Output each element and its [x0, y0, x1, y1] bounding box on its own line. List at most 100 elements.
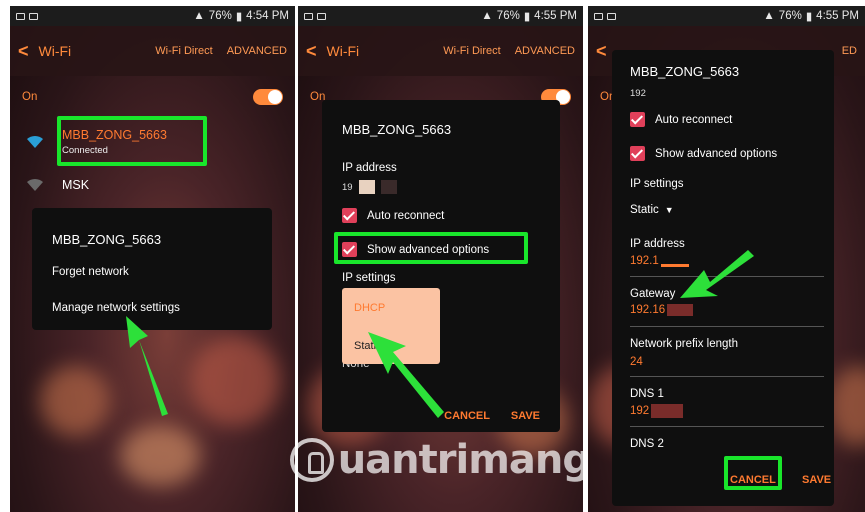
ip-address-short: 192: [630, 88, 646, 99]
dns2-label: DNS 2: [630, 438, 664, 450]
option-static[interactable]: Static: [354, 340, 382, 352]
divider: [630, 326, 824, 327]
ip-address-value: 19: [342, 180, 397, 194]
battery-icon: ▮: [523, 11, 531, 23]
screen-1: ▲ 76% ▮ 4:54 PM < Wi-Fi Wi-Fi Direct ADV…: [10, 6, 295, 512]
redacted-block: [358, 180, 375, 194]
manage-network-settings-item[interactable]: Manage network settings: [52, 302, 180, 314]
redacted-block: [667, 304, 694, 316]
redacted-block: [380, 180, 397, 194]
signal-icon: ▲: [481, 10, 493, 22]
status-bar: ▲ 76% ▮ 4:54 PM: [10, 6, 295, 26]
battery-percent: 76%: [778, 10, 802, 22]
ip-address-value: 192.1: [630, 254, 659, 267]
battery-icon: ▮: [235, 11, 243, 23]
save-button[interactable]: SAVE: [802, 474, 831, 486]
watermark-text: uantrimang: [337, 437, 591, 483]
auto-reconnect-checkbox[interactable]: [342, 208, 357, 223]
auto-reconnect-checkbox[interactable]: [630, 112, 645, 127]
show-advanced-label: Show advanced options: [655, 147, 778, 160]
wifi-switch-row: On: [10, 84, 295, 110]
redacted-block: [651, 404, 684, 418]
menu-title: MBB_ZONG_5663: [52, 232, 162, 247]
dns1-value: 192: [630, 405, 650, 417]
prefix-length-label: Network prefix length: [630, 338, 739, 350]
battery-percent: 76%: [496, 10, 520, 22]
ip-settings-label: IP settings: [342, 272, 396, 284]
clock: 4:55 PM: [816, 10, 859, 22]
divider: [630, 376, 824, 377]
wifi-signal-icon: [26, 135, 44, 149]
network-context-menu: MBB_ZONG_5663 Forget network Manage netw…: [32, 208, 272, 330]
wifi-direct-button[interactable]: Wi-Fi Direct: [443, 45, 500, 57]
notification-icon: [29, 12, 38, 20]
prefix-length-value[interactable]: 24: [630, 356, 643, 368]
notification-icon: [304, 12, 313, 20]
notification-icon: [594, 12, 603, 20]
signal-icon: ▲: [763, 10, 775, 22]
network-details-dialog: MBB_ZONG_5663 192 Auto reconnect Show ad…: [612, 50, 834, 506]
battery-percent: 76%: [208, 10, 232, 22]
screen-3: ▲ 76% ▮ 4:55 PM < ED On MBB_ZONG_5663 19…: [588, 6, 865, 512]
app-bar: < Wi-Fi Wi-Fi Direct ADVANCED: [298, 26, 583, 76]
battery-icon: ▮: [805, 11, 813, 23]
tutorial-image: ▲ 76% ▮ 4:54 PM < Wi-Fi Wi-Fi Direct ADV…: [0, 0, 865, 512]
notification-icon: [607, 12, 616, 20]
advanced-button[interactable]: ADVANCED: [227, 45, 287, 57]
highlight-box: [334, 232, 528, 264]
dialog-title: MBB_ZONG_5663: [630, 64, 740, 79]
ip-address-label: IP address: [630, 238, 685, 250]
cancel-button[interactable]: CANCEL: [444, 410, 490, 422]
advanced-button[interactable]: ADVANCED: [515, 45, 575, 57]
dialog-title: MBB_ZONG_5663: [342, 122, 452, 137]
show-advanced-row[interactable]: Show advanced options: [630, 146, 777, 161]
ip-settings-label: IP settings: [630, 178, 684, 190]
wifi-toggle[interactable]: [253, 89, 283, 105]
app-bar: < Wi-Fi Wi-Fi Direct ADVANCED: [10, 26, 295, 76]
auto-reconnect-label: Auto reconnect: [655, 113, 733, 126]
highlight-box: [724, 456, 782, 490]
gateway-label: Gateway: [630, 288, 676, 300]
ip-address-label: IP address: [342, 162, 397, 174]
advanced-button[interactable]: ED: [842, 45, 857, 57]
status-bar: ▲ 76% ▮ 4:55 PM: [588, 6, 865, 26]
save-button[interactable]: SAVE: [511, 410, 540, 422]
divider: [630, 276, 824, 277]
ip-settings-dropdown: DHCP Static: [342, 288, 440, 364]
wifi-direct-button[interactable]: Wi-Fi Direct: [155, 45, 212, 57]
option-dhcp[interactable]: DHCP: [354, 302, 385, 314]
auto-reconnect-label: Auto reconnect: [367, 209, 445, 222]
back-arrow-icon[interactable]: <: [306, 41, 317, 62]
back-arrow-icon[interactable]: <: [596, 41, 607, 62]
back-arrow-icon[interactable]: <: [18, 41, 29, 62]
status-bar: ▲ 76% ▮ 4:55 PM: [298, 6, 583, 26]
clock: 4:55 PM: [534, 10, 577, 22]
dropdown-caret-icon: ▼: [664, 205, 674, 215]
page-title: Wi-Fi: [38, 43, 72, 59]
page-title: Wi-Fi: [326, 43, 360, 59]
wifi-lock-icon: [26, 178, 44, 192]
auto-reconnect-row[interactable]: Auto reconnect: [342, 208, 444, 223]
notification-icon: [317, 12, 326, 20]
watermark-logo-icon: [290, 438, 334, 482]
dns1-field[interactable]: 192: [630, 404, 684, 418]
auto-reconnect-row[interactable]: Auto reconnect: [630, 112, 732, 127]
show-advanced-checkbox[interactable]: [630, 146, 645, 161]
network-item-msk[interactable]: MSK: [26, 178, 89, 192]
gateway-field[interactable]: 192.16: [630, 304, 694, 316]
wifi-switch-label: On: [22, 91, 38, 103]
redacted-block: [660, 264, 689, 267]
ip-settings-value: Static: [630, 204, 659, 216]
highlight-box: [57, 116, 207, 166]
notification-icon: [16, 12, 25, 20]
ip-settings-select[interactable]: Static ▼: [630, 204, 674, 216]
network-name: MSK: [62, 178, 90, 192]
watermark: uantrimang: [290, 428, 591, 492]
network-details-dialog: MBB_ZONG_5663 IP address 19 Auto reconne…: [322, 100, 560, 432]
dns1-label: DNS 1: [630, 388, 664, 400]
ip-address-field[interactable]: 192.1: [630, 254, 689, 267]
signal-icon: ▲: [193, 10, 205, 22]
divider: [630, 426, 824, 427]
gateway-value: 192.16: [630, 304, 666, 316]
forget-network-item[interactable]: Forget network: [52, 266, 129, 278]
